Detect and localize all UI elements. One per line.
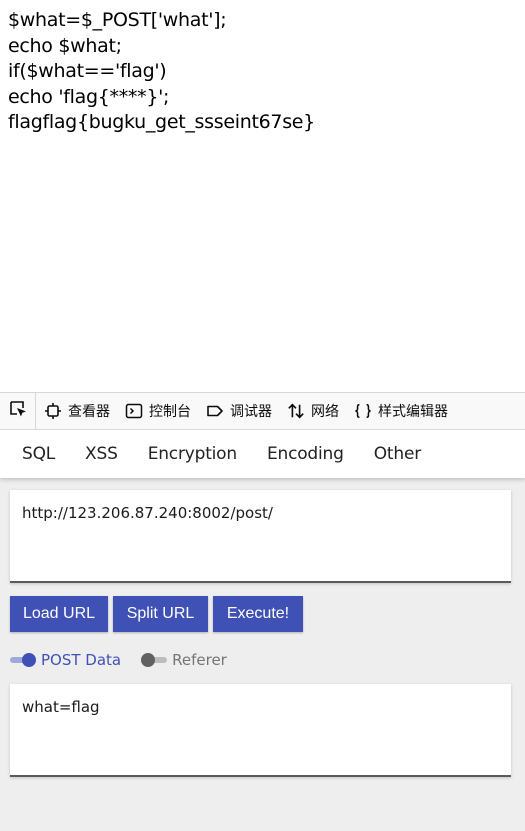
- tab-label: 调试器: [230, 404, 272, 420]
- toggle-row: POST Data Referer: [10, 649, 247, 671]
- page-output: $what=$_POST['what']; echo $what; if($wh…: [0, 0, 525, 392]
- tab-label: 样式编辑器: [378, 404, 448, 420]
- style-editor-icon: [354, 402, 372, 420]
- tab-inspector[interactable]: 查看器: [36, 393, 117, 429]
- tab-label: 控制台: [149, 404, 191, 420]
- referer-switch[interactable]: [141, 652, 168, 668]
- tab-console[interactable]: 控制台: [117, 393, 198, 429]
- post-data-label: POST Data: [41, 651, 122, 669]
- code-line: if($what=='flag'): [8, 60, 167, 83]
- execute-button[interactable]: Execute!: [213, 596, 303, 632]
- debugger-icon: [206, 402, 224, 420]
- element-picker-button[interactable]: [0, 393, 36, 429]
- flag-output-line: flagflag{bugku_get_ssseint67se}: [8, 111, 315, 134]
- referer-toggle[interactable]: Referer: [141, 651, 227, 669]
- code-line: echo 'flag{****}';: [8, 85, 170, 108]
- tab-label: 查看器: [68, 404, 110, 420]
- menu-other[interactable]: Other: [374, 444, 421, 464]
- tab-style-editor[interactable]: 样式编辑器: [346, 393, 455, 429]
- referer-label: Referer: [172, 651, 227, 669]
- menu-xss[interactable]: XSS: [85, 444, 118, 464]
- inspector-icon: [44, 402, 62, 420]
- url-input[interactable]: http://123.206.87.240:8002/post/: [10, 490, 511, 583]
- menu-encryption[interactable]: Encryption: [148, 444, 237, 464]
- code-line: $what=$_POST['what'];: [8, 9, 227, 31]
- element-picker-icon: [8, 399, 28, 423]
- tab-network[interactable]: 网络: [279, 393, 346, 429]
- menu-sql[interactable]: SQL: [22, 444, 55, 464]
- post-data-input[interactable]: what=flag: [10, 684, 511, 777]
- post-data-switch[interactable]: [10, 652, 36, 668]
- network-icon: [287, 402, 305, 420]
- tab-label: 网络: [311, 404, 339, 420]
- console-icon: [125, 402, 143, 420]
- post-data-toggle[interactable]: POST Data: [10, 651, 121, 669]
- devtools-toolbar: 查看器 控制台 调试器 网络 样式编辑器: [0, 392, 525, 430]
- hackbar-panel: SQL XSS Encryption Encoding Other http:/…: [0, 430, 525, 831]
- code-line: echo $what;: [8, 34, 122, 57]
- tab-debugger[interactable]: 调试器: [198, 393, 279, 429]
- hackbar-menu: SQL XSS Encryption Encoding Other: [0, 430, 525, 478]
- split-url-button[interactable]: Split URL: [113, 596, 208, 632]
- menu-encoding[interactable]: Encoding: [267, 444, 344, 464]
- load-url-button[interactable]: Load URL: [10, 596, 108, 632]
- action-buttons: Load URL Split URL Execute!: [10, 596, 308, 632]
